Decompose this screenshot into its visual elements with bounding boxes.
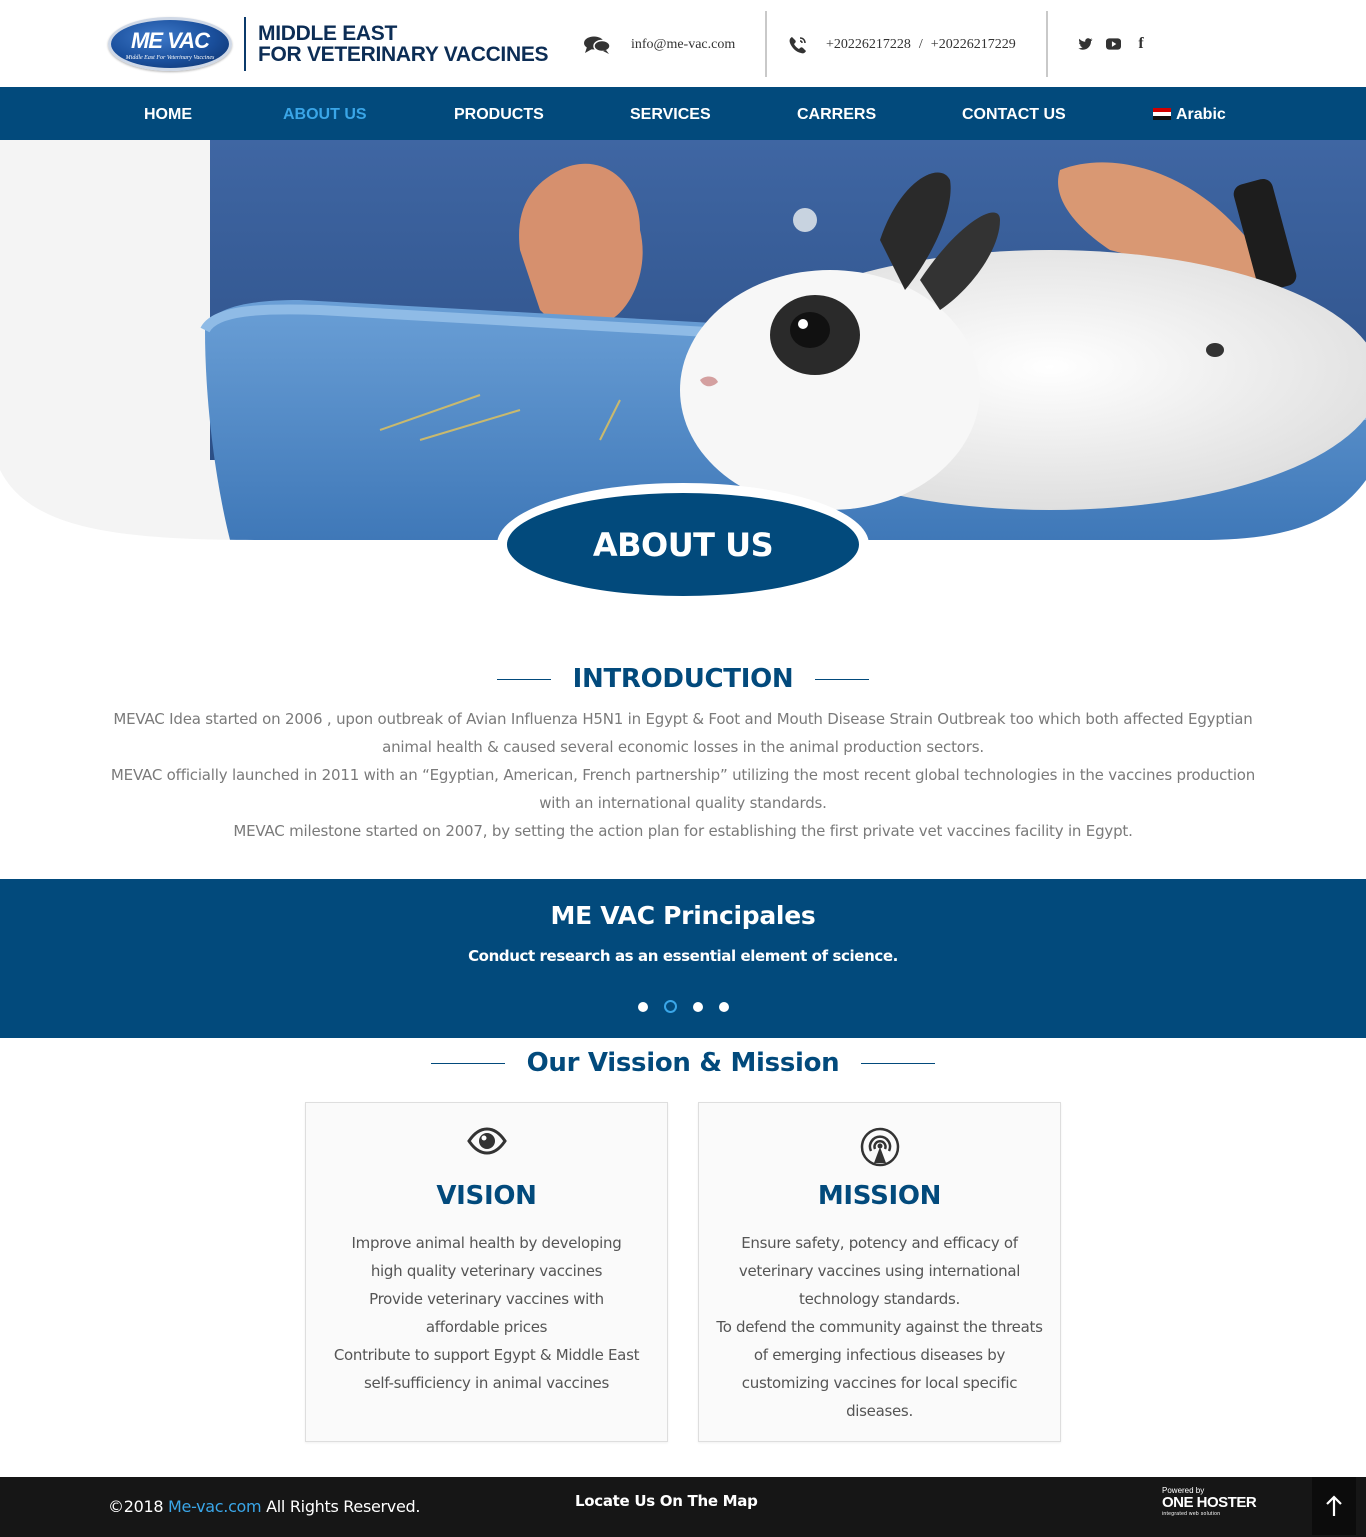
mevac-logo-icon: ME VAC Middle East For Veterinary Vaccin…	[108, 17, 232, 71]
nav-item-arabic[interactable]: Arabic	[1153, 87, 1226, 140]
introduction-heading: INTRODUCTION	[0, 664, 1366, 694]
copyright-suffix: All Rights Reserved.	[261, 1497, 421, 1516]
about-us-badge-title: ABOUT US	[507, 493, 859, 596]
hero-image-rabbit	[0, 140, 1366, 540]
mission-line: To defend the community against the thre…	[716, 1318, 1043, 1420]
about-us-badge: ABOUT US	[497, 483, 869, 606]
copyright-prefix: ©2018	[108, 1497, 169, 1516]
slider-dot-4[interactable]	[718, 1001, 729, 1012]
hoster-tagline: integrated web solution	[1162, 1511, 1221, 1517]
main-navigation: HOME ABOUT US PRODUCTS SERVICES CARRERS …	[0, 87, 1366, 140]
heading-line-left	[430, 1062, 505, 1064]
contact-phone[interactable]: +20226217228 / +20226217229	[788, 33, 1016, 57]
introduction-text: MEVAC Idea started on 2006 , upon outbre…	[105, 705, 1261, 845]
broadcast-icon	[860, 1127, 899, 1167]
nav-item-about-us[interactable]: ABOUT US	[283, 87, 367, 140]
youtube-icon[interactable]	[1102, 33, 1124, 55]
egypt-flag-icon	[1153, 108, 1171, 120]
logo-text: ME VAC	[131, 28, 210, 53]
principles-slider: ME VAC Principales Conduct research as a…	[0, 879, 1366, 1038]
locate-map-link[interactable]: Locate Us On The Map	[575, 1492, 758, 1510]
heading-line-right	[861, 1062, 936, 1064]
phone-number-1[interactable]: +20226217228	[826, 37, 911, 53]
hoster-name: ONE HOSTER	[1162, 1494, 1257, 1511]
brand-line-2: FOR VETERINARY VACCINES	[258, 43, 549, 66]
header-separator	[1046, 11, 1048, 77]
vision-line: Contribute to support Egypt & Middle Eas…	[333, 1346, 640, 1392]
arrow-up-icon	[1326, 1495, 1342, 1516]
mission-line: Ensure safety, potency and efficacy of v…	[738, 1234, 1021, 1308]
chat-bubbles-icon	[584, 36, 611, 54]
top-header: ME VAC Middle East For Veterinary Vaccin…	[0, 0, 1366, 87]
nav-item-home[interactable]: HOME	[144, 87, 192, 140]
facebook-icon[interactable]: f	[1130, 33, 1152, 55]
brand-line-1: MIDDLE EAST	[258, 22, 398, 45]
hero-banner	[0, 140, 1366, 540]
introduction-title: INTRODUCTION	[572, 664, 794, 694]
nav-item-carrers[interactable]: CARRERS	[797, 87, 876, 140]
email-link[interactable]: info@me-vac.com	[631, 37, 735, 53]
vision-mission-title: Our Vission & Mission	[526, 1048, 840, 1078]
principles-slide-text: Conduct research as an essential element…	[468, 947, 898, 965]
back-to-top-button[interactable]	[1312, 1477, 1356, 1535]
mission-title: MISSION	[817, 1181, 942, 1211]
mission-text: Ensure safety, potency and efficacy of v…	[707, 1229, 1052, 1425]
vision-line: Improve animal health by developing high…	[351, 1234, 622, 1280]
vision-title: VISION	[436, 1181, 537, 1211]
intro-paragraph: MEVAC Idea started on 2006 , upon outbre…	[113, 710, 1253, 756]
nav-item-arabic-label: Arabic	[1176, 106, 1226, 123]
slider-dot-1[interactable]	[637, 1001, 648, 1012]
mission-card: MISSION Ensure safety, potency and effic…	[698, 1102, 1061, 1442]
nav-item-services[interactable]: SERVICES	[630, 87, 711, 140]
vision-line: Provide veterinary vaccines with afforda…	[369, 1290, 604, 1336]
heading-line-left	[496, 678, 551, 680]
slider-dot-2[interactable]	[663, 1000, 677, 1013]
social-links: f	[1074, 33, 1158, 55]
copyright: ©2018 Me-vac.com All Rights Reserved.	[108, 1497, 420, 1516]
principles-title: ME VAC Principales	[550, 901, 816, 930]
logo-divider	[244, 17, 246, 71]
vision-card: VISION Improve animal health by developi…	[305, 1102, 668, 1442]
phone-separator: /	[918, 37, 923, 52]
powered-by-logo[interactable]: Powered by ONE HOSTER integrated web sol…	[1162, 1486, 1262, 1517]
vision-text: Improve animal health by developing high…	[314, 1229, 659, 1397]
nav-item-products[interactable]: PRODUCTS	[454, 87, 544, 140]
twitter-icon[interactable]	[1074, 33, 1096, 55]
slider-dots	[0, 1000, 1366, 1013]
copyright-site-link[interactable]: Me-vac.com	[168, 1497, 262, 1516]
intro-paragraph: MEVAC officially launched in 2011 with a…	[110, 766, 1256, 812]
nav-item-contact-us[interactable]: CONTACT US	[962, 87, 1066, 140]
phone-icon	[789, 37, 806, 54]
logo-subtitle: Middle East For Veterinary Vaccines	[125, 55, 215, 61]
phone-number-2[interactable]: +20226217229	[931, 37, 1016, 53]
brand-name: MIDDLE EAST FOR VETERINARY VACCINES	[258, 22, 549, 66]
intro-paragraph: MEVAC milestone started on 2007, by sett…	[233, 822, 1133, 840]
logo-link[interactable]: ME VAC Middle East For Veterinary Vaccin…	[108, 16, 549, 72]
vision-mission-heading: Our Vission & Mission	[0, 1048, 1366, 1078]
contact-email[interactable]: info@me-vac.com	[583, 33, 735, 57]
footer: ©2018 Me-vac.com All Rights Reserved. Lo…	[0, 1477, 1366, 1537]
eye-icon	[466, 1127, 507, 1155]
slider-dot-3[interactable]	[692, 1001, 703, 1012]
heading-line-right	[815, 678, 870, 680]
header-separator	[765, 11, 767, 77]
